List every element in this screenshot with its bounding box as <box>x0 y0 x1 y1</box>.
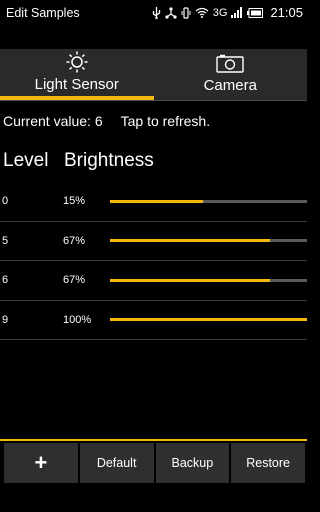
row-level: 6 <box>2 274 9 287</box>
sample-row[interactable]: 0 15% <box>0 182 307 222</box>
signal-icon <box>231 7 243 18</box>
share-icon <box>165 6 177 19</box>
vibrate-icon <box>181 6 191 19</box>
row-brightness: 67% <box>63 234 86 247</box>
camera-icon <box>216 54 244 73</box>
wifi-icon <box>195 7 209 18</box>
sun-icon <box>66 51 88 73</box>
row-brightness: 100% <box>63 313 92 326</box>
table-header: Level Brightness <box>3 150 307 172</box>
system-nav-area <box>0 486 307 512</box>
level-header: Level <box>3 150 49 171</box>
backup-button[interactable]: Backup <box>155 443 230 483</box>
sample-row[interactable]: 6 67% <box>0 261 307 301</box>
restore-button[interactable]: Restore <box>231 443 305 483</box>
usb-icon <box>152 6 160 19</box>
row-brightness: 15% <box>63 195 86 208</box>
status-line[interactable]: Current value: 6 Tap to refresh. <box>3 113 210 129</box>
button-bar: + Default Backup Restore <box>0 441 307 486</box>
tab-camera-label: Camera <box>203 77 257 94</box>
default-button[interactable]: Default <box>79 443 154 483</box>
battery-icon <box>247 7 264 18</box>
brightness-header: Brightness <box>64 150 154 171</box>
refresh-hint: Tap to refresh. <box>120 113 211 129</box>
add-sample-button[interactable]: + <box>4 443 78 483</box>
brightness-bar <box>110 199 307 203</box>
brightness-bar <box>110 278 307 282</box>
network-type: 3G <box>212 6 228 19</box>
brightness-bar-fill <box>110 199 203 203</box>
status-bar: Edit Samples 3G 21:05 <box>0 0 307 25</box>
brightness-bar <box>110 239 307 243</box>
sample-list: 0 15% 5 67% 6 67% 9 100% <box>0 182 307 340</box>
app-title: Edit Samples <box>6 5 80 20</box>
tab-light-sensor[interactable]: Light Sensor <box>0 49 154 100</box>
clock: 21:05 <box>270 5 303 20</box>
sample-row[interactable]: 9 100% <box>0 301 307 340</box>
tab-camera[interactable]: Camera <box>154 49 308 100</box>
main-content: Current value: 6 Tap to refresh. Level Br… <box>0 101 307 439</box>
sample-row[interactable]: 5 67% <box>0 222 307 261</box>
current-value: Current value: 6 <box>3 113 103 129</box>
tab-light-sensor-label: Light Sensor <box>34 76 119 93</box>
action-bar-spacer <box>0 25 307 49</box>
brightness-bar <box>110 318 307 322</box>
row-brightness: 67% <box>63 274 86 287</box>
status-icons: 3G 21:05 <box>152 5 303 20</box>
tab-bar: Light Sensor Camera <box>0 49 307 100</box>
brightness-bar-fill <box>110 318 307 322</box>
row-level: 5 <box>2 234 9 247</box>
brightness-bar-fill <box>110 278 270 282</box>
row-level: 9 <box>2 313 9 326</box>
brightness-bar-fill <box>110 239 270 243</box>
row-level: 0 <box>2 195 9 208</box>
